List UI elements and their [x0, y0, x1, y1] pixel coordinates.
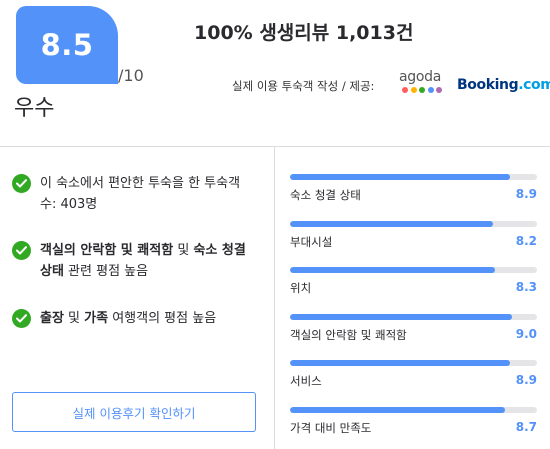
rating-bar-fill	[290, 174, 510, 180]
highlight-text-segment: 관련 평점 높음	[63, 264, 149, 279]
rating-value: 8.3	[515, 280, 537, 294]
review-headline: 100% 생생리뷰 1,013건	[194, 22, 414, 44]
view-reviews-button[interactable]: 실제 이용후기 확인하기	[12, 392, 256, 432]
rating-label: 숙소 청결 상태	[290, 188, 361, 202]
rating-value: 8.7	[515, 419, 537, 434]
rating-bar-track	[290, 406, 537, 413]
rating-bar-fill	[290, 313, 513, 320]
agoda-logo-text: agoda	[399, 69, 441, 85]
rating-row: 부대시설 8.2	[290, 220, 540, 251]
highlight-text-segment: 이 숙소에서 편안한 투숙을 한 투숙객 수: 403명	[40, 176, 241, 212]
check-icon	[12, 309, 31, 328]
rating-label: 객실의 안락함 및 쾌적함	[290, 327, 407, 342]
booking-logo-name: Booking	[457, 77, 519, 93]
highlight-text-segment: 가족	[84, 311, 109, 326]
highlight-text-segment: 객실의 안락함 및 쾌적함	[40, 243, 174, 258]
highlight-text: 객실의 안락함 및 쾌적함 및 숙소 청결 상태 관련 평점 높음	[40, 240, 260, 282]
highlight-item: 이 숙소에서 편안한 투숙을 한 투숙객 수: 403명	[12, 173, 260, 215]
rating-label: 위치	[290, 281, 312, 295]
column-divider	[274, 147, 275, 449]
agoda-logo-dot	[410, 87, 417, 93]
rating-label: 가격 대비 만족도	[290, 420, 372, 435]
rating-bar-fill	[290, 220, 493, 227]
booking-logo: Booking.com	[457, 77, 550, 93]
highlight-item: 객실의 안락함 및 쾌적함 및 숙소 청결 상태 관련 평점 높음	[12, 240, 260, 282]
rating-bar-fill	[290, 267, 495, 273]
score-max: /10	[118, 66, 144, 85]
score-value: 8.5	[40, 28, 94, 62]
highlight-text-segment: 및	[63, 311, 85, 326]
rating-row: 숙소 청결 상태 8.9	[290, 174, 540, 204]
rating-bar-track	[290, 267, 537, 273]
agoda-logo-dots	[402, 87, 449, 93]
rating-bar-fill	[290, 360, 510, 366]
agoda-logo-dot	[419, 87, 425, 93]
rating-row: 가격 대비 만족도 8.7	[290, 406, 540, 437]
rating-bar-track	[290, 174, 537, 180]
rating-bar-track	[290, 313, 537, 320]
agoda-logo-dot	[436, 87, 442, 93]
highlight-text-segment: 여행객의 평점 높음	[108, 311, 217, 326]
rating-bar-track	[290, 220, 537, 227]
rating-value: 8.9	[515, 187, 537, 201]
agoda-logo: agoda	[399, 70, 449, 100]
rating-label: 부대시설	[290, 234, 333, 249]
rating-value: 8.9	[515, 373, 537, 387]
rating-row: 객실의 안락함 및 쾌적함 9.0	[290, 313, 540, 344]
highlight-item: 출장 및 가족 여행객의 평점 높음	[12, 308, 260, 329]
rating-label: 서비스	[290, 374, 322, 388]
rating-row: 서비스 8.9	[290, 360, 540, 390]
score-badge: 8.5	[16, 6, 118, 84]
check-icon	[12, 174, 31, 193]
booking-logo-suffix: .com	[518, 77, 550, 93]
rating-bar-track	[290, 360, 537, 366]
highlight-text-segment: 및	[173, 243, 194, 258]
score-grade: 우수	[14, 96, 55, 121]
check-icon	[12, 241, 31, 260]
agoda-logo-dot	[427, 87, 434, 93]
rating-value: 9.0	[515, 326, 537, 341]
rating-row: 위치 8.3	[290, 267, 540, 297]
highlight-text-segment: 출장	[40, 311, 64, 326]
sources-label: 실제 이용 투숙객 작성 / 제공:	[232, 79, 375, 93]
highlight-text: 이 숙소에서 편안한 투숙을 한 투숙객 수: 403명	[40, 173, 260, 215]
section-divider	[0, 146, 550, 147]
rating-bar-fill	[290, 406, 505, 413]
rating-value: 8.2	[515, 233, 537, 248]
agoda-logo-dot	[402, 87, 408, 93]
highlight-text: 출장 및 가족 여행객의 평점 높음	[40, 308, 216, 329]
